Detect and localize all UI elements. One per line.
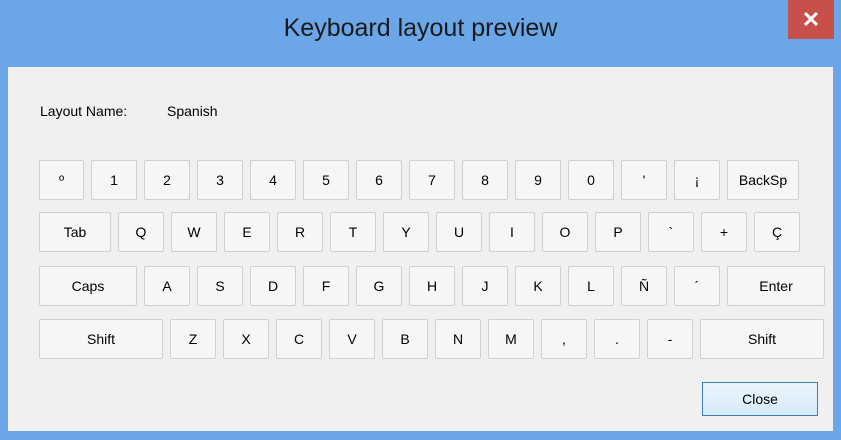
- key: A: [144, 266, 190, 306]
- key: Caps: [39, 266, 137, 306]
- key: Ç: [754, 212, 800, 252]
- key: K: [515, 266, 561, 306]
- key: 8: [462, 160, 508, 200]
- key: N: [435, 319, 481, 359]
- close-icon: ✕: [801, 6, 821, 32]
- key: BackSp: [727, 160, 799, 200]
- key: G: [356, 266, 402, 306]
- key: Enter: [727, 266, 825, 306]
- key: F: [303, 266, 349, 306]
- dialog-content: Layout Name: Spanish º 1 2 3 4 5 6 7 8 9 0 ' ¡ BackSp…: [8, 67, 833, 431]
- key: Shift: [39, 319, 163, 359]
- key: E: [224, 212, 270, 252]
- key: 2: [144, 160, 190, 200]
- key: º: [39, 160, 84, 200]
- key: 1: [91, 160, 137, 200]
- key: Q: [118, 212, 164, 252]
- key: 5: [303, 160, 349, 200]
- keyboard-preview-window: Keyboard layout preview ✕ Layout Name: S…: [0, 0, 841, 440]
- key: L: [568, 266, 614, 306]
- key: ,: [541, 319, 587, 359]
- key: R: [277, 212, 323, 252]
- key: U: [436, 212, 482, 252]
- key: Z: [170, 319, 216, 359]
- key: J: [462, 266, 508, 306]
- key: Shift: [700, 319, 824, 359]
- key: X: [223, 319, 269, 359]
- key: `: [648, 212, 694, 252]
- key: +: [701, 212, 747, 252]
- key: Tab: [39, 212, 111, 252]
- key: C: [276, 319, 322, 359]
- key: D: [250, 266, 296, 306]
- key: V: [329, 319, 375, 359]
- key: M: [488, 319, 534, 359]
- key: 7: [409, 160, 455, 200]
- layout-name-value: Spanish: [167, 103, 218, 119]
- key: ¡: [674, 160, 720, 200]
- key: H: [409, 266, 455, 306]
- key: W: [171, 212, 217, 252]
- key: ': [621, 160, 667, 200]
- key: Y: [383, 212, 429, 252]
- window-close-button[interactable]: ✕: [788, 0, 834, 39]
- key: S: [197, 266, 243, 306]
- key: O: [542, 212, 588, 252]
- key: Ñ: [621, 266, 667, 306]
- key: T: [330, 212, 376, 252]
- close-button[interactable]: Close: [702, 382, 818, 416]
- key: B: [382, 319, 428, 359]
- title-bar[interactable]: Keyboard layout preview ✕: [0, 0, 841, 67]
- key: ´: [674, 266, 720, 306]
- key: 4: [250, 160, 296, 200]
- key: 3: [197, 160, 243, 200]
- key: 9: [515, 160, 561, 200]
- window-title: Keyboard layout preview: [283, 14, 558, 42]
- key: .: [594, 319, 640, 359]
- key: -: [647, 319, 693, 359]
- key: 6: [356, 160, 402, 200]
- key: I: [489, 212, 535, 252]
- layout-name-label: Layout Name:: [40, 103, 128, 119]
- key: P: [595, 212, 641, 252]
- key: 0: [568, 160, 614, 200]
